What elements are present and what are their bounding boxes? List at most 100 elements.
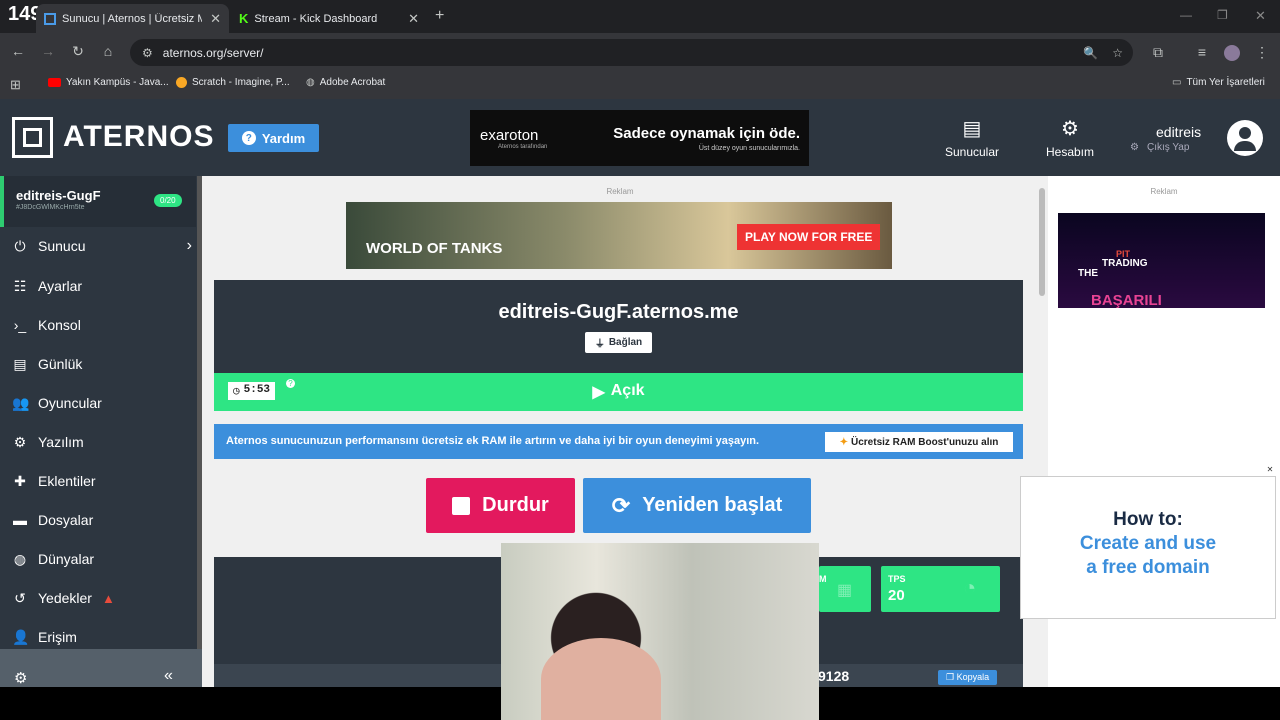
reload-icon[interactable]: ↻ [68, 43, 88, 60]
history-icon: ↺ [14, 589, 26, 606]
back-icon[interactable]: ← [8, 43, 28, 59]
help-button[interactable]: ? Yardım [228, 124, 319, 152]
nav-account[interactable]: ⚙ Hesabım [1035, 116, 1105, 159]
address-bar[interactable]: ⚙ aternos.org/server/ 🔍 ☆ [130, 39, 1133, 66]
copy-button[interactable]: ❐ Kopyala [938, 670, 998, 685]
free-domain-ad[interactable]: How to: Create and use a free domain [1020, 476, 1276, 619]
restore-icon[interactable]: ❐ [1217, 8, 1228, 22]
nav-servers[interactable]: ▤ Sunucular [937, 116, 1007, 159]
extensions-icon[interactable]: ⧉ [1148, 44, 1168, 61]
close-icon[interactable]: ✕ [210, 11, 221, 27]
port-value: 9128 [818, 668, 850, 684]
media-icon[interactable]: ≡ [1192, 44, 1212, 60]
server-name: editreis-GugF [16, 188, 101, 203]
menu-icon[interactable]: ⋮ [1252, 44, 1272, 61]
sidebar-item-label: Yazılım [38, 434, 84, 450]
restart-label: Yeniden başlat [642, 494, 783, 516]
minimize-icon[interactable]: — [1180, 8, 1192, 22]
players-badge: 0/20 [154, 194, 182, 207]
new-tab-icon[interactable]: + [435, 7, 444, 25]
sidebar-item-server[interactable]: ⏻ Sunucu › [12, 234, 192, 258]
connect-button[interactable]: ⏚ Bağlan [585, 332, 652, 353]
sidebar-item-players[interactable]: 👥 Oyuncular [12, 391, 192, 415]
terminal-icon: ›_ [13, 317, 27, 333]
browser-tab-bar: 149 Sunucu | Aternos | Ücretsiz Min ✕ K … [0, 0, 1280, 33]
sidebar-item-label: Oyuncular [38, 395, 102, 411]
ad-close-icon[interactable]: ✕ [1264, 464, 1276, 476]
restart-button[interactable]: ⟳ Yeniden başlat [583, 478, 811, 533]
trading-ad[interactable]: PIT TRADING THE BAŞARILI [1058, 213, 1265, 309]
close-icon[interactable]: ✕ [408, 11, 419, 27]
ram-stat: M ▦ [819, 566, 871, 612]
tab-kick[interactable]: K Stream - Kick Dashboard ✕ [231, 4, 427, 33]
status-label: Açık [610, 382, 645, 399]
aternos-logo-icon[interactable] [12, 117, 53, 158]
bookmarks-bar: ⊞ Yakın Kampüs - Java... Scratch - Imagi… [0, 71, 1280, 99]
url-text: aternos.org/server/ [162, 45, 264, 60]
server-address[interactable]: editreis-GugF.aternos.me [214, 301, 1023, 324]
ram-label: M [819, 574, 827, 584]
bookmark-star-icon[interactable]: ☆ [1112, 46, 1123, 60]
sidebar-item-label: Eklentiler [38, 473, 96, 489]
zoom-icon[interactable]: 🔍 [1083, 46, 1098, 60]
sidebar-item-backups[interactable]: ↺ Yedekler ▲ [12, 586, 192, 610]
window-close-icon[interactable]: ✕ [1255, 8, 1266, 24]
stop-icon [452, 496, 471, 515]
domain-ad-title: How to: [1113, 509, 1183, 530]
sidebar-item-console[interactable]: ›_ Konsol [12, 313, 192, 337]
sidebar-item-label: Yedekler [38, 590, 92, 606]
ad-sub: Üst düzey oyun sunucularımızla. [698, 144, 800, 152]
site-info-icon[interactable]: ⚙ [142, 46, 153, 60]
info-text: Aternos sunucunuzun performansını ücrets… [226, 435, 760, 447]
sliders-icon: ☷ [13, 277, 27, 294]
youtube-icon [48, 78, 61, 87]
tps-label: TPS [888, 574, 906, 584]
collapse-icon[interactable]: « [164, 667, 173, 685]
profile-icon[interactable] [1224, 45, 1240, 61]
tps-value: 20 [888, 587, 905, 604]
logo-text[interactable]: ATERNOS [63, 120, 214, 154]
sidebar-item-plugins[interactable]: ✚ Eklentiler [12, 469, 192, 493]
sidebar-item-label: Ayarlar [38, 278, 83, 294]
memory-icon: ▦ [837, 582, 853, 599]
puzzle-icon: ✚ [14, 472, 26, 489]
tab-aternos[interactable]: Sunucu | Aternos | Ücretsiz Min ✕ [36, 4, 229, 33]
sidebar-item-label: Günlük [38, 356, 83, 372]
ram-boost-button[interactable]: ✦ Ücretsiz RAM Boost'unuzu alın [825, 432, 1013, 452]
copy-label: Kopyala [956, 672, 990, 682]
user-menu[interactable]: editreis ⚙ Çıkış Yap [1130, 124, 1201, 153]
bookmark-item[interactable]: Scratch - Imagine, P... [176, 77, 290, 88]
avatar[interactable] [1227, 120, 1263, 156]
server-id: #J8DcGWlMKcHrn5te [16, 204, 85, 211]
users-icon: 👥 [12, 394, 30, 411]
sidebar-item-software[interactable]: ⚙ Yazılım [12, 430, 192, 454]
bookmark-item[interactable]: ◍ Adobe Acrobat [306, 77, 385, 88]
sidebar-item-access[interactable]: 👤 Erişim [12, 625, 192, 649]
sidebar-item-label: Konsol [38, 317, 81, 333]
nav-account-label: Hesabım [1045, 145, 1095, 159]
sidebar-item-files[interactable]: ▬ Dosyalar [12, 508, 192, 532]
gear-icon[interactable]: ⚙ [14, 669, 27, 687]
sidebar-item-log[interactable]: ▤ Günlük [12, 352, 192, 376]
tab-title: Stream - Kick Dashboard [254, 12, 378, 25]
all-bookmarks-label: Tüm Yer İşaretleri [1186, 77, 1265, 88]
server-summary[interactable]: editreis-GugF #J8DcGWlMKcHrn5te 0/20 [0, 176, 196, 227]
exaroton-sub: Aternos tarafından [498, 143, 548, 150]
bookmark-item[interactable]: Yakın Kampüs - Java... [48, 77, 169, 88]
home-icon[interactable]: ⌂ [98, 43, 118, 59]
sidebar-item-settings[interactable]: ☷ Ayarlar [12, 274, 192, 298]
all-bookmarks[interactable]: ▭ Tüm Yer İşaretleri [1172, 77, 1265, 88]
stop-button[interactable]: Durdur [426, 478, 575, 533]
apps-icon[interactable]: ⊞ [10, 77, 21, 93]
world-of-tanks-ad[interactable]: WORLD OF TANKS PLAY NOW FOR FREE [346, 202, 892, 269]
gear-icon[interactable]: ⚙ [1130, 142, 1139, 153]
wot-cta: PLAY NOW FOR FREE [737, 224, 881, 250]
exaroton-ad[interactable]: exaroton Aternos tarafından Sadece oynam… [470, 110, 809, 166]
logout-link[interactable]: Çıkış Yap [1147, 142, 1189, 153]
server-icon: ▤ [962, 118, 982, 140]
sidebar-item-label: Dünyalar [38, 551, 95, 567]
forward-icon[interactable]: → [38, 43, 58, 59]
bookmark-label: Scratch - Imagine, P... [192, 77, 290, 88]
username: editreis [1156, 124, 1202, 140]
sidebar-item-worlds[interactable]: ◍ Dünyalar [12, 547, 192, 571]
